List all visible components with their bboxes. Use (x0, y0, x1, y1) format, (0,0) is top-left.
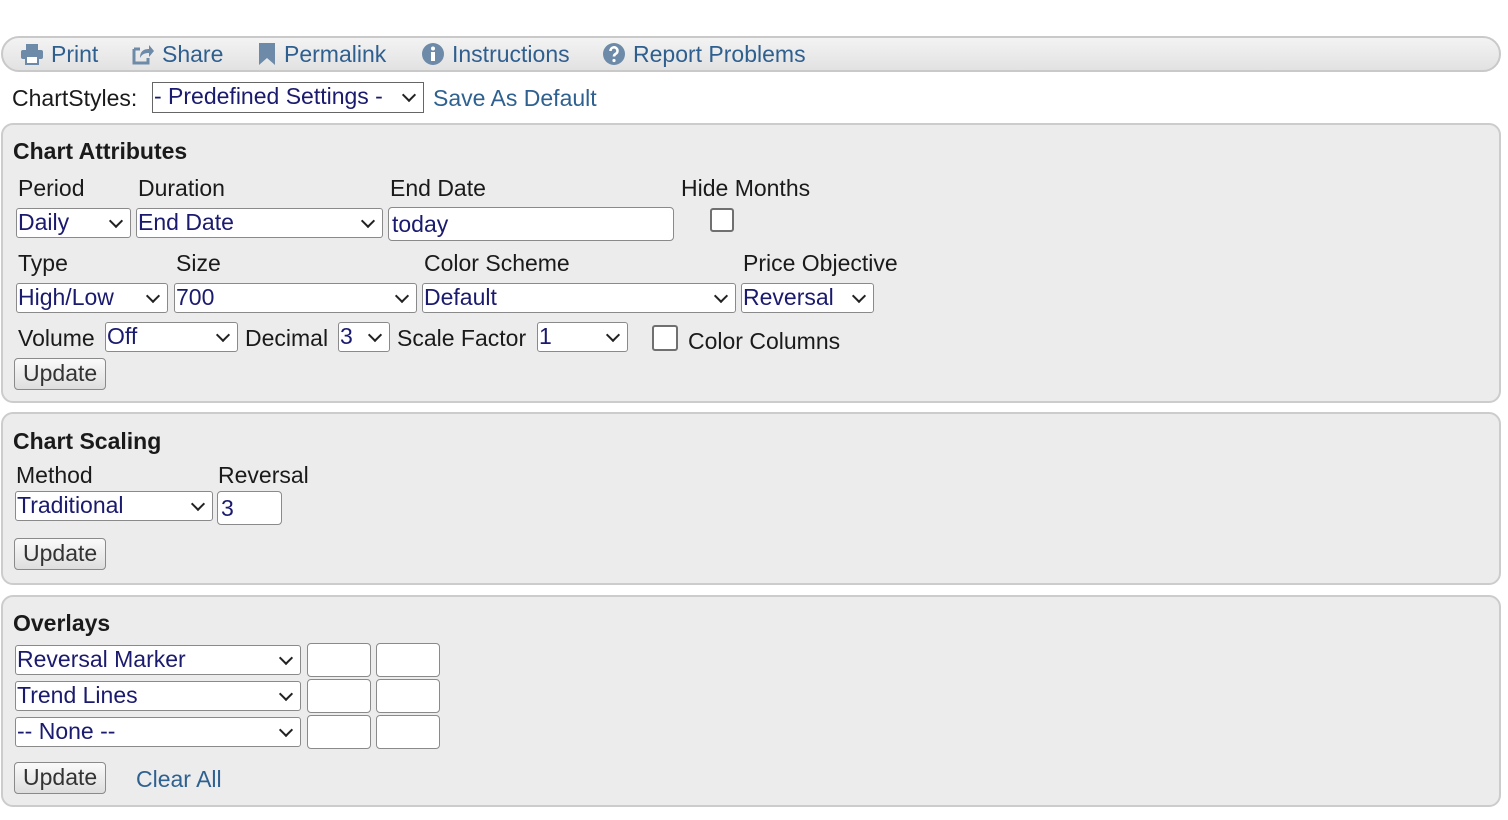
overlay-param1-input[interactable] (307, 715, 371, 749)
overlay-select-1[interactable]: Reversal Marker (15, 645, 301, 675)
overlay-param1-input[interactable] (307, 679, 371, 713)
period-label: Period (18, 175, 85, 201)
scale-factor-select[interactable]: 1 (537, 322, 628, 352)
chevron-down-icon (713, 288, 729, 304)
overlay-param2-input[interactable] (376, 643, 440, 677)
permalink-label: Permalink (284, 40, 387, 67)
bookmark-icon (259, 43, 275, 65)
chevron-down-icon (367, 327, 383, 343)
decimal-value: 3 (340, 323, 353, 349)
report-problems-label: Report Problems (633, 40, 806, 67)
chart-attributes-title: Chart Attributes (13, 138, 188, 164)
help-icon (603, 43, 625, 65)
overlay-select-2[interactable]: Trend Lines (15, 681, 301, 711)
size-value: 700 (176, 284, 215, 310)
decimal-select[interactable]: 3 (338, 322, 390, 352)
share-label: Share (162, 40, 224, 67)
scale-factor-label: Scale Factor (397, 325, 527, 351)
volume-select[interactable]: Off (105, 322, 238, 352)
chevron-down-icon (401, 87, 417, 103)
scaling-method-value: Traditional (17, 492, 124, 518)
duration-select[interactable]: End Date (136, 208, 383, 238)
chevron-down-icon (851, 288, 867, 304)
scale-factor-value: 1 (539, 323, 552, 349)
chevron-down-icon (145, 288, 161, 304)
chart-attributes-panel: Chart Attributes Period Duration End Dat… (1, 123, 1501, 403)
chartstyles-label: ChartStyles: (12, 85, 138, 111)
overlays-update-button[interactable]: Update (14, 762, 107, 794)
share-link[interactable]: Share (131, 41, 223, 67)
chevron-down-icon (108, 213, 124, 229)
attributes-update-button[interactable]: Update (14, 358, 107, 390)
duration-value: End Date (138, 209, 234, 235)
scaling-update-button[interactable]: Update (14, 538, 107, 570)
chevron-down-icon (605, 327, 621, 343)
period-value: Daily (18, 209, 70, 235)
hide-months-label: Hide Months (681, 175, 811, 201)
size-label: Size (176, 250, 221, 276)
print-link[interactable]: Print (20, 41, 98, 67)
size-select[interactable]: 700 (174, 283, 417, 313)
instructions-label: Instructions (452, 40, 570, 67)
color-columns-checkbox[interactable] (652, 325, 678, 351)
chevron-down-icon (360, 213, 376, 229)
method-label: Method (16, 462, 93, 488)
info-icon (422, 43, 444, 65)
save-as-default-link[interactable]: Save As Default (433, 85, 597, 112)
reversal-input[interactable]: 3 (217, 491, 282, 525)
report-problems-link[interactable]: Report Problems (602, 41, 806, 67)
permalink-link[interactable]: Permalink (257, 41, 386, 67)
price-objective-select[interactable]: Reversal (741, 283, 874, 313)
chartstyles-selected-value: - Predefined Settings - (154, 83, 383, 109)
clear-all-link[interactable]: Clear All (136, 766, 222, 793)
overlay-param1-input[interactable] (307, 643, 371, 677)
period-select[interactable]: Daily (16, 208, 131, 238)
chartstyles-select[interactable]: - Predefined Settings - (152, 82, 424, 113)
type-select[interactable]: High/Low (16, 283, 168, 313)
overlay-param2-input[interactable] (376, 715, 440, 749)
color-scheme-select[interactable]: Default (422, 283, 736, 313)
overlay-value-3: -- None -- (17, 718, 116, 744)
hide-months-checkbox[interactable] (710, 208, 734, 232)
chevron-down-icon (278, 650, 294, 666)
chevron-down-icon (278, 686, 294, 702)
type-label: Type (18, 250, 68, 276)
printer-icon (21, 44, 43, 65)
duration-label: Duration (138, 175, 225, 201)
volume-label: Volume (18, 325, 95, 351)
end-date-input[interactable]: today (388, 207, 674, 241)
scaling-method-select[interactable]: Traditional (15, 491, 213, 521)
action-toolbar: Print Share Permalink Instructions Repor… (1, 36, 1501, 72)
volume-value: Off (107, 323, 138, 349)
color-scheme-value: Default (424, 284, 497, 310)
instructions-link[interactable]: Instructions (421, 41, 570, 67)
price-objective-value: Reversal (743, 284, 834, 310)
color-scheme-label: Color Scheme (424, 250, 570, 276)
reversal-label: Reversal (218, 462, 309, 488)
decimal-label: Decimal (245, 325, 329, 351)
print-label: Print (51, 40, 99, 67)
overlays-title: Overlays (13, 610, 111, 636)
chevron-down-icon (215, 327, 231, 343)
overlay-value-1: Reversal Marker (17, 646, 186, 672)
chart-scaling-title: Chart Scaling (13, 428, 162, 454)
overlay-param2-input[interactable] (376, 679, 440, 713)
overlay-select-3[interactable]: -- None -- (15, 717, 301, 747)
type-value: High/Low (18, 284, 114, 310)
end-date-label: End Date (390, 175, 486, 201)
price-objective-label: Price Objective (743, 250, 898, 276)
color-columns-label: Color Columns (688, 328, 841, 354)
overlays-panel: Overlays Reversal Marker Trend Lines -- … (1, 595, 1501, 807)
share-icon (132, 45, 154, 65)
chevron-down-icon (394, 288, 410, 304)
overlay-value-2: Trend Lines (17, 682, 138, 708)
chart-scaling-panel: Chart Scaling Method Reversal Traditiona… (1, 412, 1501, 585)
chevron-down-icon (190, 496, 206, 512)
chevron-down-icon (278, 722, 294, 738)
